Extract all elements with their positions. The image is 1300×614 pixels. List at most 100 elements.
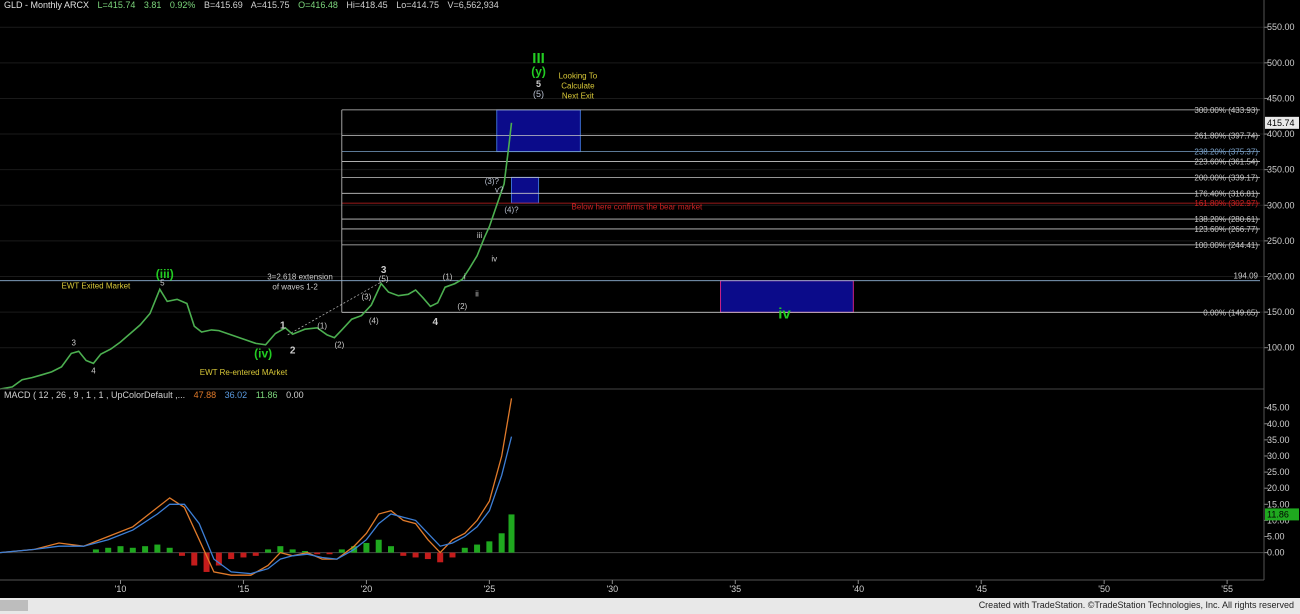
- macd-histogram-bar: [508, 514, 515, 553]
- price-tick-label: 550.00: [1267, 22, 1295, 32]
- price-tick-label: 400.00: [1267, 129, 1295, 139]
- macd-tick-label: 5.00: [1267, 532, 1285, 542]
- fib-level-label: 238.20% (375.37): [1194, 148, 1258, 157]
- horizontal-scrollbar[interactable]: [0, 600, 28, 611]
- x-tick-label: '15: [238, 584, 250, 594]
- macd-value-4: 0.00: [286, 390, 304, 400]
- macd-tick-label: 45.00: [1267, 403, 1290, 413]
- symbol-label: GLD - Monthly ARCX: [4, 0, 90, 10]
- x-tick-label: '55: [1221, 584, 1233, 594]
- wave-label: ii: [475, 289, 479, 298]
- wave-label: Below here confirms the bear market: [572, 203, 704, 212]
- macd-last-label: 11.86: [1267, 509, 1289, 519]
- low-price: Lo=414.75: [396, 0, 439, 10]
- wave-label: iv: [778, 305, 791, 322]
- macd-histogram-bar: [166, 547, 173, 553]
- macd-panel: 45.0040.0035.0030.0025.0020.0015.0010.00…: [0, 398, 1299, 576]
- macd-histogram-bar: [265, 549, 272, 553]
- wave-label: 2: [290, 345, 296, 356]
- price-tick-label: 150.00: [1267, 307, 1295, 317]
- fib-level-label: 300.00% (433.93): [1194, 106, 1258, 115]
- fib-levels: 300.00% (433.93) 261.80% (397.74) 238.20% …: [0, 106, 1260, 336]
- price-grid: [0, 26, 1264, 349]
- macd-lines: [0, 398, 513, 576]
- wave-label: (2): [457, 302, 467, 311]
- macd-histogram-bar: [375, 539, 382, 553]
- status-footer: Created with TradeStation. ©TradeStation…: [0, 598, 1300, 614]
- macd-histogram-bar: [424, 552, 431, 560]
- x-tick-label: '20: [361, 584, 373, 594]
- macd-histogram-bar: [92, 549, 99, 553]
- pct-change: 0.92%: [169, 0, 196, 10]
- volume: V=6,562,934: [447, 0, 499, 10]
- wave-label: (5): [379, 274, 389, 283]
- macd-tick-label: 15.00: [1267, 499, 1290, 509]
- macd-histogram-bar: [326, 552, 333, 555]
- fib-level-label: 138.20% (280.61): [1194, 215, 1258, 224]
- fib-level-label: 200.00% (339.17): [1194, 173, 1258, 182]
- fib-level-label: 100.00% (244.41): [1194, 241, 1258, 250]
- macd-value-1: 47.88: [193, 390, 217, 400]
- wave-label: iii: [477, 231, 483, 240]
- net-change: 3.81: [143, 0, 162, 10]
- x-axis: '10 '15 '20 '25 '30 '35 '40 '45 '50 '55: [115, 580, 1233, 594]
- macd-header: MACD ( 12 , 26 , 9 , 1 , 1 , UpColorDefa…: [4, 390, 310, 400]
- wave-label: of waves 1-2: [272, 282, 318, 291]
- wave-label: EWT Re-entered MArket: [200, 368, 288, 377]
- wave-label: (y): [531, 65, 546, 79]
- x-tick-label: '25: [484, 584, 496, 594]
- wave-label: EWT Exited Market: [62, 282, 132, 291]
- macd-line: [0, 398, 513, 576]
- target-box: [511, 176, 540, 204]
- macd-histogram-bar: [474, 544, 481, 553]
- macd-histogram-bar: [117, 546, 124, 553]
- price-tick-label: 500.00: [1267, 58, 1295, 68]
- wave-label: Looking To: [559, 72, 598, 81]
- wave-label: (4): [369, 316, 379, 325]
- macd-histogram-bar: [105, 547, 112, 553]
- macd-histogram-bar: [388, 546, 395, 553]
- macd-tick-label: 30.00: [1267, 451, 1290, 461]
- fib-level-label: 176.40% (316.81): [1194, 189, 1258, 198]
- price-tick-label: 100.00: [1267, 343, 1295, 353]
- macd-tick-label: 25.00: [1267, 467, 1290, 477]
- macd-histogram-bar: [449, 552, 456, 558]
- macd-histogram-bar: [486, 541, 493, 553]
- macd-tick-label: 40.00: [1267, 419, 1290, 429]
- macd-histogram-bar: [240, 552, 247, 558]
- price-tick-label: 300.00: [1267, 200, 1295, 210]
- wave-label: 4: [91, 366, 96, 375]
- wave-label: Calculate: [561, 81, 595, 90]
- macd-tick-label: 0.00: [1267, 548, 1285, 558]
- macd-histogram-bar: [412, 552, 419, 558]
- wave-label: Next Exit: [562, 91, 595, 100]
- wave-label: 5: [536, 79, 541, 89]
- fib-level-label: 261.80% (397.74): [1194, 132, 1258, 141]
- macd-label: MACD ( 12 , 26 , 9 , 1 , 1 , UpColorDefa…: [4, 390, 186, 400]
- macd-value-3: 11.86: [255, 390, 278, 400]
- footer-credit: Created with TradeStation. ©TradeStation…: [978, 600, 1294, 610]
- macd-tick-label: 35.00: [1267, 435, 1290, 445]
- x-tick-label: '10: [115, 584, 127, 594]
- wave-label: (2): [334, 341, 344, 350]
- x-tick-label: '30: [606, 584, 618, 594]
- wave-label: 3: [72, 339, 77, 348]
- macd-histogram-bar: [129, 547, 136, 553]
- price-tick-label: 200.00: [1267, 271, 1295, 281]
- wave-label: (iii): [156, 267, 174, 281]
- macd-value-2: 36.02: [224, 390, 248, 400]
- fib-level-label: 123.60% (266.77): [1194, 225, 1258, 234]
- x-tick-label: '50: [1098, 584, 1110, 594]
- x-tick-label: '45: [975, 584, 987, 594]
- macd-tick-label: 20.00: [1267, 483, 1290, 493]
- bid-price: B=415.69: [203, 0, 243, 10]
- macd-histogram-bar: [191, 552, 198, 566]
- last-price-label: 415.74: [1267, 118, 1295, 128]
- wave-label: (1): [317, 321, 327, 330]
- price-tick-label: 450.00: [1267, 93, 1295, 103]
- macd-histogram-bar: [461, 547, 468, 553]
- macd-histogram-bar: [498, 533, 505, 553]
- macd-histogram-bar: [228, 552, 235, 560]
- wave-label: v?: [495, 185, 504, 194]
- macd-histogram-bar: [154, 544, 161, 553]
